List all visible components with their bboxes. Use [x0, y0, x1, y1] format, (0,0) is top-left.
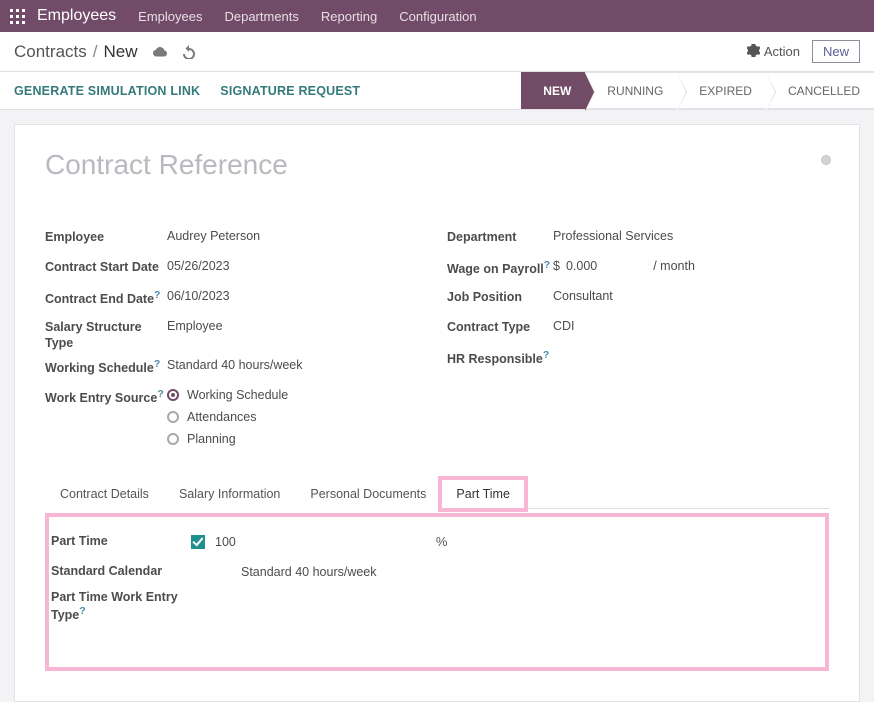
part-time-label: Part Time [51, 533, 191, 549]
status-new[interactable]: NEW [521, 72, 585, 109]
help-icon[interactable]: ? [79, 606, 85, 617]
radio-planning[interactable]: Planning [167, 432, 427, 446]
part-time-panel: Part Time 100 % Standard Calendar Standa… [45, 513, 829, 672]
contract-type-field[interactable]: CDI [553, 315, 829, 333]
nav-reporting[interactable]: Reporting [321, 9, 377, 24]
breadcrumb: Contracts / New [14, 42, 196, 62]
radio-icon [167, 389, 179, 401]
tab-contract-details[interactable]: Contract Details [45, 479, 164, 509]
standard-calendar-label: Standard Calendar [51, 563, 191, 579]
wage-label: Wage on Payroll? [447, 255, 553, 277]
status-cancelled[interactable]: CANCELLED [766, 72, 874, 109]
job-position-field[interactable]: Consultant [553, 285, 829, 303]
cloud-save-icon[interactable] [152, 45, 168, 59]
radio-label: Planning [187, 432, 236, 446]
statusbar: NEW RUNNING EXPIRED CANCELLED [521, 72, 874, 109]
radio-attendances[interactable]: Attendances [167, 410, 427, 424]
help-icon[interactable]: ? [543, 350, 549, 361]
work-entry-source-radiogroup: Working Schedule Attendances Planning [167, 388, 427, 446]
wage-currency: $ [553, 259, 560, 273]
wage-field[interactable]: 0.000 [566, 259, 597, 273]
help-icon[interactable]: ? [157, 389, 163, 400]
nav-departments[interactable]: Departments [224, 9, 298, 24]
hr-responsible-field[interactable] [553, 345, 829, 349]
working-schedule-label: Working Schedule? [45, 354, 167, 376]
structure-type-label: Salary Structure Type [45, 315, 167, 352]
tablist: Contract Details Salary Information Pers… [45, 478, 829, 509]
new-button[interactable]: New [812, 40, 860, 63]
hr-responsible-label: HR Responsible? [447, 345, 553, 367]
kanban-state-icon[interactable] [821, 155, 831, 165]
department-field[interactable]: Professional Services [553, 225, 829, 243]
percent-sign: % [436, 534, 448, 549]
part-time-checkbox[interactable] [191, 535, 205, 549]
signature-request-button[interactable]: SIGNATURE REQUEST [220, 84, 360, 98]
control-bar: Contracts / New Action New [0, 32, 874, 72]
radio-working-schedule[interactable]: Working Schedule [167, 388, 427, 402]
top-navbar: Employees Employees Departments Reportin… [0, 0, 874, 32]
apps-icon[interactable] [10, 9, 25, 24]
form-right-column: Department Professional Services Wage on… [447, 225, 829, 448]
app-brand[interactable]: Employees [37, 7, 116, 25]
start-date-label: Contract Start Date [45, 255, 167, 275]
radio-label: Attendances [187, 410, 257, 424]
tab-personal-documents[interactable]: Personal Documents [295, 479, 441, 509]
form-sheet: Contract Reference Employee Audrey Peter… [14, 124, 860, 702]
action-button[interactable]: Action [747, 44, 800, 60]
tab-salary-information[interactable]: Salary Information [164, 479, 295, 509]
employee-field[interactable]: Audrey Peterson [167, 225, 427, 243]
working-schedule-field[interactable]: Standard 40 hours/week [167, 354, 427, 372]
help-icon[interactable]: ? [544, 260, 550, 271]
job-position-label: Job Position [447, 285, 553, 305]
structure-type-field[interactable]: Employee [167, 315, 427, 333]
work-entry-source-label: Work Entry Source? [45, 384, 167, 406]
department-label: Department [447, 225, 553, 245]
tab-part-time[interactable]: Part Time [441, 479, 525, 509]
gear-icon [747, 44, 760, 60]
nav-employees[interactable]: Employees [138, 9, 202, 24]
radio-label: Working Schedule [187, 388, 288, 402]
form-left-column: Employee Audrey Peterson Contract Start … [45, 225, 427, 448]
breadcrumb-root[interactable]: Contracts [14, 42, 87, 62]
status-running[interactable]: RUNNING [585, 72, 677, 109]
discard-icon[interactable] [182, 45, 196, 59]
action-label: Action [764, 44, 800, 59]
contract-type-label: Contract Type [447, 315, 553, 335]
status-expired[interactable]: EXPIRED [677, 72, 766, 109]
nav-configuration[interactable]: Configuration [399, 9, 476, 24]
standard-calendar-field[interactable]: Standard 40 hours/week [241, 565, 377, 579]
secondary-bar: GENERATE SIMULATION LINK SIGNATURE REQUE… [0, 72, 874, 110]
wage-period: / month [653, 259, 695, 273]
breadcrumb-current: New [103, 42, 137, 62]
help-icon[interactable]: ? [154, 359, 160, 370]
help-icon[interactable]: ? [154, 290, 160, 301]
start-date-field[interactable]: 05/26/2023 [167, 255, 427, 273]
radio-icon [167, 433, 179, 445]
generate-simulation-button[interactable]: GENERATE SIMULATION LINK [14, 84, 200, 98]
part-time-work-entry-type-label: Part Time Work Entry Type? [51, 589, 191, 624]
contract-reference-input[interactable]: Contract Reference [45, 149, 829, 181]
end-date-field[interactable]: 06/10/2023 [167, 285, 427, 303]
radio-icon [167, 411, 179, 423]
part-time-percent-field[interactable]: 100 [215, 535, 236, 549]
end-date-label: Contract End Date? [45, 285, 167, 307]
breadcrumb-separator: / [93, 42, 98, 62]
employee-label: Employee [45, 225, 167, 245]
